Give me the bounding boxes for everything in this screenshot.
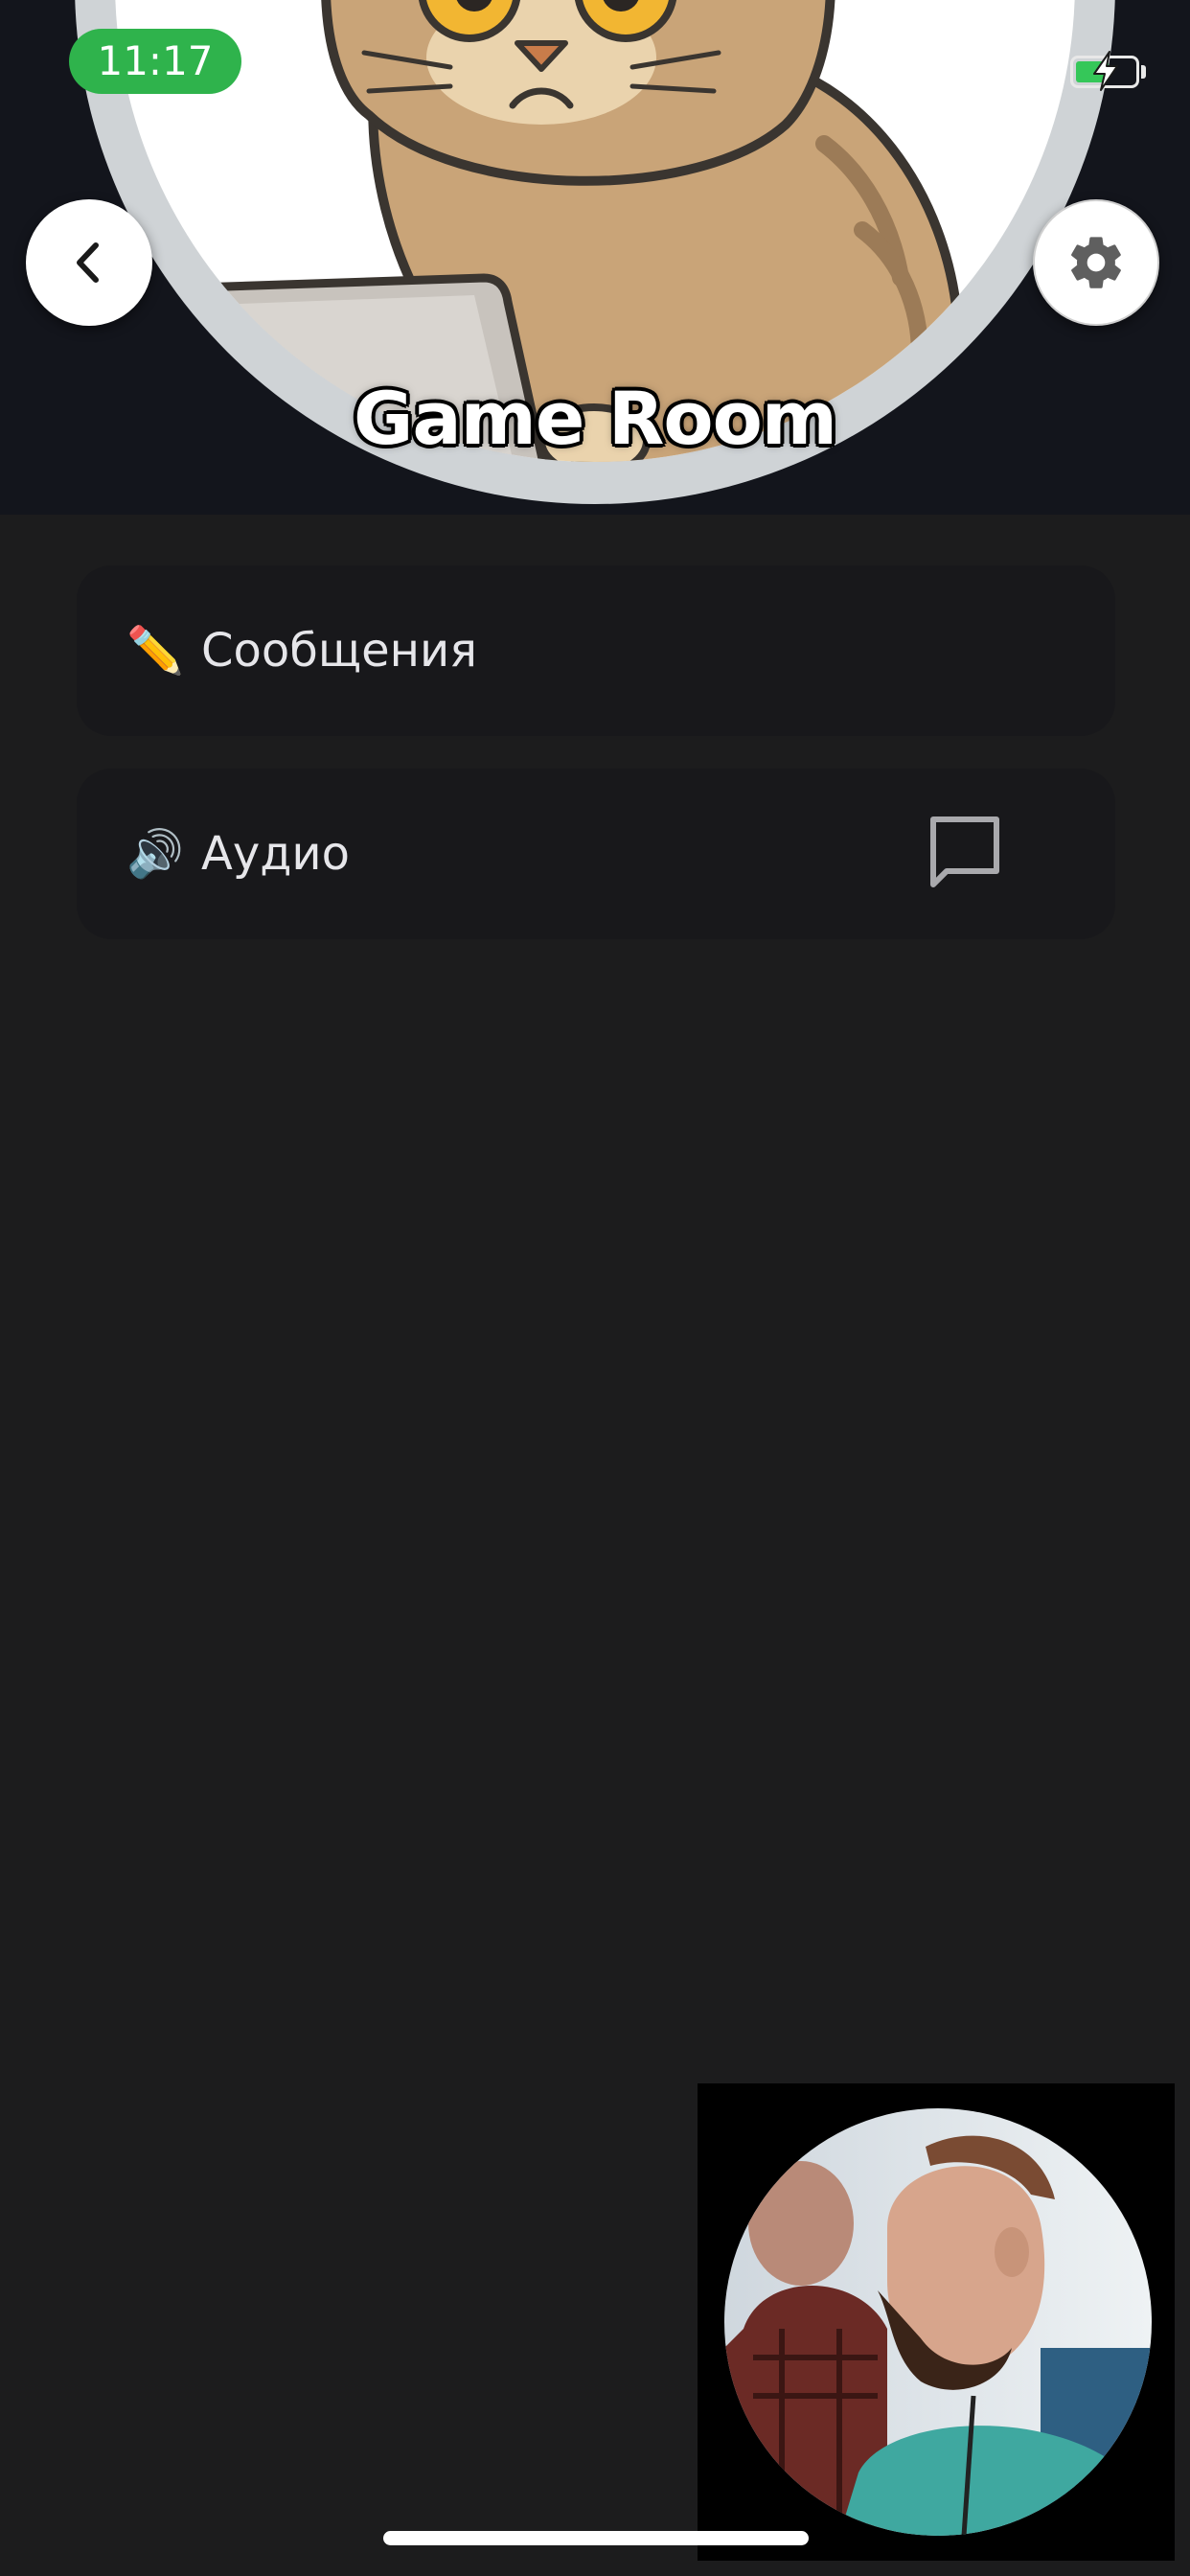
bolt-icon <box>1093 51 1118 91</box>
battery-cap <box>1141 65 1146 79</box>
wifi-icon <box>1018 53 1059 81</box>
participant-video-frame <box>724 2108 1152 2536</box>
channel-messages[interactable]: ✏️ Сообщения <box>77 565 1115 736</box>
channel-label: Сообщения <box>201 624 478 678</box>
status-time: 11:17 <box>69 29 241 94</box>
back-button[interactable] <box>26 199 152 326</box>
pencil-icon: ✏️ <box>126 624 184 678</box>
room-header: Game Room 11:17 <box>0 0 1190 515</box>
speaker-icon: 🔊 <box>126 827 184 881</box>
room-title: Game Room <box>354 376 837 461</box>
chat-bubble-icon[interactable] <box>924 812 1006 894</box>
participant-video[interactable] <box>724 2108 1152 2536</box>
video-overlay[interactable] <box>698 2083 1175 2561</box>
channel-audio[interactable]: 🔊 Аудио <box>77 769 1115 939</box>
settings-button[interactable] <box>1033 199 1159 326</box>
chevron-left-icon <box>77 242 99 283</box>
home-indicator[interactable] <box>383 2531 809 2545</box>
gear-icon <box>1071 237 1121 288</box>
channel-label: Аудио <box>201 827 350 881</box>
